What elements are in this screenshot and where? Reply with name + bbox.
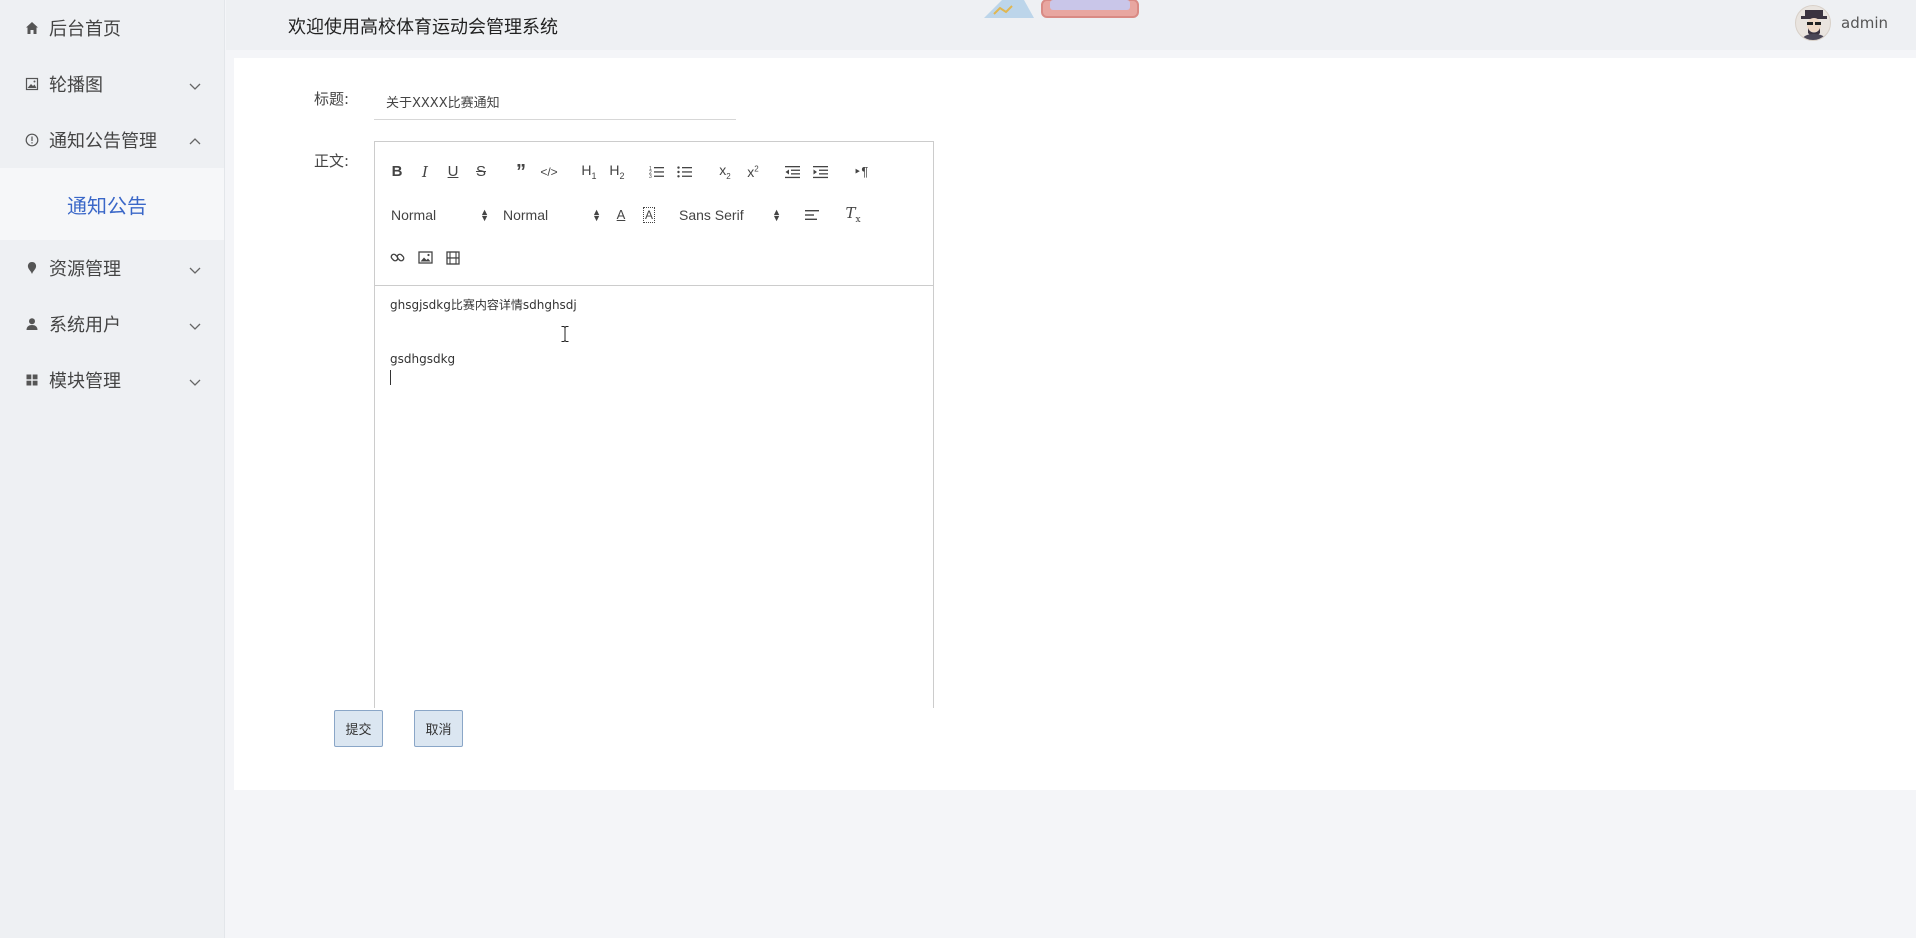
sidebar-item-carousel[interactable]: 轮播图	[0, 56, 224, 112]
blockquote-icon[interactable]: ”	[507, 160, 535, 184]
user-icon	[24, 316, 40, 332]
content-panel: 标题: 正文: B I U S ” </> H1 H2 123	[234, 58, 1916, 790]
align-left-icon[interactable]	[799, 203, 827, 227]
strikethrough-icon[interactable]: S	[467, 160, 495, 184]
header-select-value: Normal	[391, 206, 437, 223]
editor-paragraph: ghsgjsdkg比赛内容详情sdhghsdj	[390, 298, 577, 312]
text-direction-icon[interactable]: ‣¶	[847, 160, 875, 184]
user-name: admin	[1841, 14, 1888, 32]
sidebar-subitem-label: 通知公告	[67, 193, 147, 218]
body-label: 正文:	[314, 152, 350, 170]
header-select[interactable]: Normal ▲ ▼	[383, 203, 495, 227]
sidebar-item-home[interactable]: 后台首页	[0, 0, 224, 56]
insert-video-icon[interactable]	[439, 246, 467, 270]
outdent-icon[interactable]	[779, 160, 807, 184]
indent-icon[interactable]	[807, 160, 835, 184]
toolbar-row	[383, 236, 925, 279]
svg-text:3: 3	[649, 174, 652, 179]
select-arrows-icon: ▲ ▼	[772, 206, 781, 223]
toolbar-row: Normal ▲▼ Normal ▲▼ A A Sans Serif ▲▼	[383, 193, 925, 236]
sidebar: 后台首页 轮播图 通知公告管理 通知公告 资源管理 系统用户 模块管理	[0, 0, 225, 938]
font-select-value: Sans Serif	[679, 206, 744, 223]
editor-toolbar: B I U S ” </> H1 H2 123 x2 x2 ‣¶ Normal …	[375, 142, 933, 286]
chevron-up-icon	[188, 133, 202, 147]
code-block-icon[interactable]: </>	[535, 160, 563, 184]
select-arrows-icon: ▲ ▼	[480, 206, 489, 223]
underline-icon[interactable]: U	[439, 160, 467, 184]
pin-icon	[24, 260, 40, 276]
sidebar-item-label: 后台首页	[49, 19, 121, 40]
sidebar-item-label: 系统用户	[49, 315, 121, 336]
sidebar-item-label: 模块管理	[49, 371, 121, 392]
user-menu[interactable]: admin	[1795, 5, 1888, 41]
avatar	[1795, 5, 1831, 41]
submit-button[interactable]: 提交	[334, 710, 383, 747]
chevron-down-icon	[188, 77, 202, 91]
subscript-icon[interactable]: x2	[711, 160, 739, 184]
rich-text-editor: B I U S ” </> H1 H2 123 x2 x2 ‣¶ Normal …	[374, 141, 934, 708]
editor-paragraph-empty	[390, 368, 918, 386]
grid-icon	[24, 372, 40, 388]
sidebar-item-system-users[interactable]: 系统用户	[0, 296, 224, 352]
info-circle-icon	[24, 132, 40, 148]
font-select[interactable]: Sans Serif ▲ ▼	[671, 203, 787, 227]
bullet-list-icon[interactable]	[671, 160, 699, 184]
clear-format-icon[interactable]: Tx	[839, 203, 867, 227]
bold-icon[interactable]: B	[383, 160, 411, 184]
ordered-list-icon[interactable]: 123	[643, 160, 671, 184]
link-icon[interactable]	[383, 246, 411, 270]
editor-content[interactable]: ghsgjsdkg比赛内容详情sdhghsdj gsdhgsdkg	[375, 286, 933, 396]
title-input[interactable]	[374, 84, 736, 120]
select-arrows-icon: ▲ ▼	[592, 206, 601, 223]
superscript-icon[interactable]: x2	[739, 160, 767, 184]
size-select-value: Normal	[503, 206, 549, 223]
text-caret	[390, 370, 391, 385]
ibeam-cursor-icon	[561, 326, 569, 342]
sidebar-item-resource-management[interactable]: 资源管理	[0, 240, 224, 296]
editor-paragraph	[390, 314, 918, 332]
size-select[interactable]: Normal ▲ ▼	[495, 203, 607, 227]
sidebar-subitem-notice[interactable]: 通知公告	[0, 168, 224, 240]
sidebar-item-label: 轮播图	[49, 75, 103, 96]
header-1-icon[interactable]: H1	[575, 160, 603, 184]
sidebar-item-notice-management[interactable]: 通知公告管理	[0, 112, 224, 168]
image-icon	[24, 76, 40, 92]
page-title: 欢迎使用高校体育运动会管理系统	[288, 17, 558, 38]
insert-image-icon[interactable]	[411, 246, 439, 270]
chevron-down-icon	[188, 373, 202, 387]
chevron-down-icon	[188, 317, 202, 331]
italic-icon[interactable]: I	[411, 160, 439, 184]
sidebar-item-label: 资源管理	[49, 259, 121, 280]
editor-paragraph: gsdhgsdkg	[390, 352, 456, 366]
chevron-down-icon	[188, 261, 202, 275]
sidebar-item-label: 通知公告管理	[49, 131, 157, 152]
header-2-icon[interactable]: H2	[603, 160, 631, 184]
sidebar-item-module-management[interactable]: 模块管理	[0, 352, 224, 408]
top-header: 欢迎使用高校体育运动会管理系统 admin	[226, 0, 1916, 50]
header-decoration-icon	[984, 0, 1159, 18]
toolbar-row: B I U S ” </> H1 H2 123 x2 x2 ‣¶	[383, 150, 925, 193]
text-color-icon[interactable]: A	[607, 203, 635, 227]
background-color-icon[interactable]: A	[635, 203, 663, 227]
cancel-button[interactable]: 取消	[414, 710, 463, 747]
home-icon	[24, 20, 40, 36]
title-label: 标题:	[314, 90, 350, 108]
